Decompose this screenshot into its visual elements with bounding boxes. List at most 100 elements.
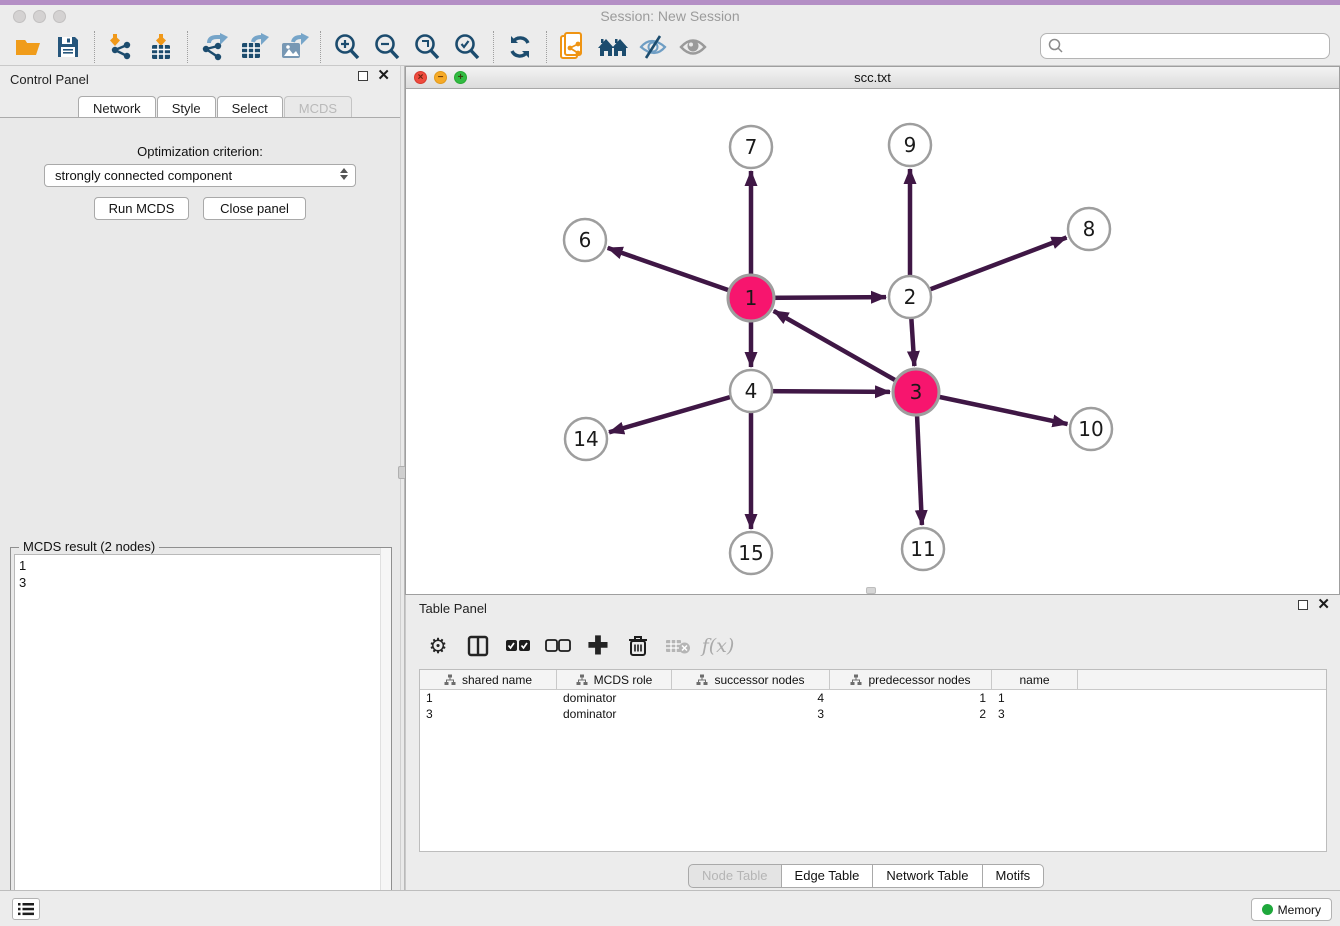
close-panel-icon[interactable]: ✕ [1317,600,1330,610]
show-graphics-button[interactable] [673,30,713,64]
optimization-criterion-select[interactable]: strongly connected component [44,164,356,187]
graph-node-label-8: 8 [1083,217,1096,241]
graph-node-label-9: 9 [904,133,917,157]
tab-network-table[interactable]: Network Table [872,864,982,888]
import-network-icon [107,33,135,61]
zoom-selected-button[interactable] [447,30,487,64]
table-row[interactable]: 3 dominator 3 2 3 [420,706,1326,722]
float-panel-icon[interactable] [1298,600,1308,610]
horizontal-splitter-handle[interactable] [866,587,876,594]
network-window-titlebar[interactable]: × − + scc.txt [406,67,1339,89]
columns-icon [467,635,489,657]
maximize-view-icon[interactable]: + [454,71,467,84]
tab-node-table[interactable]: Node Table [688,864,782,888]
search-box [1040,33,1330,59]
toolbar-separator [94,31,95,63]
graph-node-label-2: 2 [904,285,917,309]
table-row[interactable]: 1 dominator 4 1 1 [420,690,1326,706]
home-icon [596,34,630,60]
export-network-icon [199,33,229,61]
add-row-button[interactable]: ✚ [580,629,616,663]
close-window-icon[interactable] [13,10,26,23]
show-column-button[interactable] [460,629,496,663]
search-input[interactable] [1065,36,1329,56]
status-bar: Memory [0,890,1340,926]
refresh-button[interactable] [500,30,540,64]
save-session-button[interactable] [48,30,88,64]
column-header-successor-nodes[interactable]: successor nodes [672,670,830,689]
column-header-mcds-role[interactable]: MCDS role [557,670,672,689]
export-network-button[interactable] [194,30,234,64]
maximize-window-icon[interactable] [53,10,66,23]
deselect-all-button[interactable] [540,629,576,663]
close-view-icon[interactable]: × [414,71,427,84]
select-stepper-icon [340,168,348,180]
delete-table-button [660,629,696,663]
minimize-view-icon[interactable]: − [434,71,447,84]
graph-node-label-1: 1 [745,286,758,310]
export-image-button[interactable] [274,30,314,64]
graph-node-label-10: 10 [1078,417,1103,441]
graph-node-label-14: 14 [573,427,598,451]
toolbar-separator [493,31,494,63]
delete-table-icon [665,637,691,655]
fx-icon: f(x) [702,635,735,657]
memory-button[interactable]: Memory [1251,898,1332,921]
tab-motifs[interactable]: Motifs [982,864,1045,888]
import-network-button[interactable] [101,30,141,64]
graph-node-label-3: 3 [910,380,923,404]
network-document-button[interactable] [553,30,593,64]
memory-label: Memory [1278,903,1321,917]
import-table-icon [147,33,175,61]
trash-icon [628,635,648,657]
table-panel: Table Panel ✕ ⚙ ✚ f(x) [405,595,1340,890]
mcds-result-text[interactable]: 1 3 [14,554,388,920]
delete-row-button[interactable] [620,629,656,663]
mcds-panel-body: Optimization criterion: strongly connect… [0,117,400,926]
main-toolbar [0,28,1340,66]
open-session-button[interactable] [8,30,48,64]
float-panel-icon[interactable] [358,71,368,81]
graph-edge-3-1[interactable] [774,311,916,392]
column-header-name[interactable]: name [992,670,1078,689]
graph-edge-2-8[interactable] [910,238,1067,297]
result-scrollbar[interactable] [380,548,391,923]
hierarchy-icon [850,674,862,686]
column-header-predecessor-nodes[interactable]: predecessor nodes [830,670,992,689]
close-panel-button[interactable]: Close panel [203,197,306,220]
minimize-window-icon[interactable] [33,10,46,23]
task-history-button[interactable] [12,898,40,920]
hierarchy-icon [696,674,708,686]
checked-boxes-icon [505,639,531,653]
zoom-in-button[interactable] [327,30,367,64]
run-mcds-button[interactable]: Run MCDS [94,197,189,220]
select-all-button[interactable] [500,629,536,663]
network-view-title: scc.txt [406,67,1339,88]
graph-node-label-11: 11 [910,537,935,561]
zoom-selected-icon [453,33,481,61]
memory-status-icon [1262,904,1273,915]
graph-node-label-4: 4 [745,379,758,403]
close-panel-icon[interactable]: ✕ [377,71,390,81]
zoom-fit-button[interactable] [407,30,447,64]
function-builder-button: f(x) [700,629,736,663]
network-canvas[interactable]: 7968124314101511 [406,89,1339,595]
hide-graphics-button[interactable] [633,30,673,64]
optimization-criterion-value: strongly connected component [55,168,232,183]
eye-slash-icon [638,34,668,60]
mcds-result-groupbox: MCDS result (2 nodes) 1 3 [10,547,392,924]
application-window: Session: New Session [0,0,1340,926]
export-table-button[interactable] [234,30,274,64]
save-icon [56,35,80,59]
toolbar-separator [187,31,188,63]
tab-edge-table[interactable]: Edge Table [781,864,874,888]
zoom-out-button[interactable] [367,30,407,64]
table-settings-button[interactable]: ⚙ [420,629,456,663]
home-button[interactable] [593,30,633,64]
optimization-criterion-label: Optimization criterion: [0,144,400,159]
graph-node-label-15: 15 [738,541,763,565]
column-header-shared-name[interactable]: shared name [420,670,557,689]
graph-node-label-7: 7 [745,135,758,159]
import-table-button[interactable] [141,30,181,64]
gear-icon: ⚙ [429,634,448,659]
